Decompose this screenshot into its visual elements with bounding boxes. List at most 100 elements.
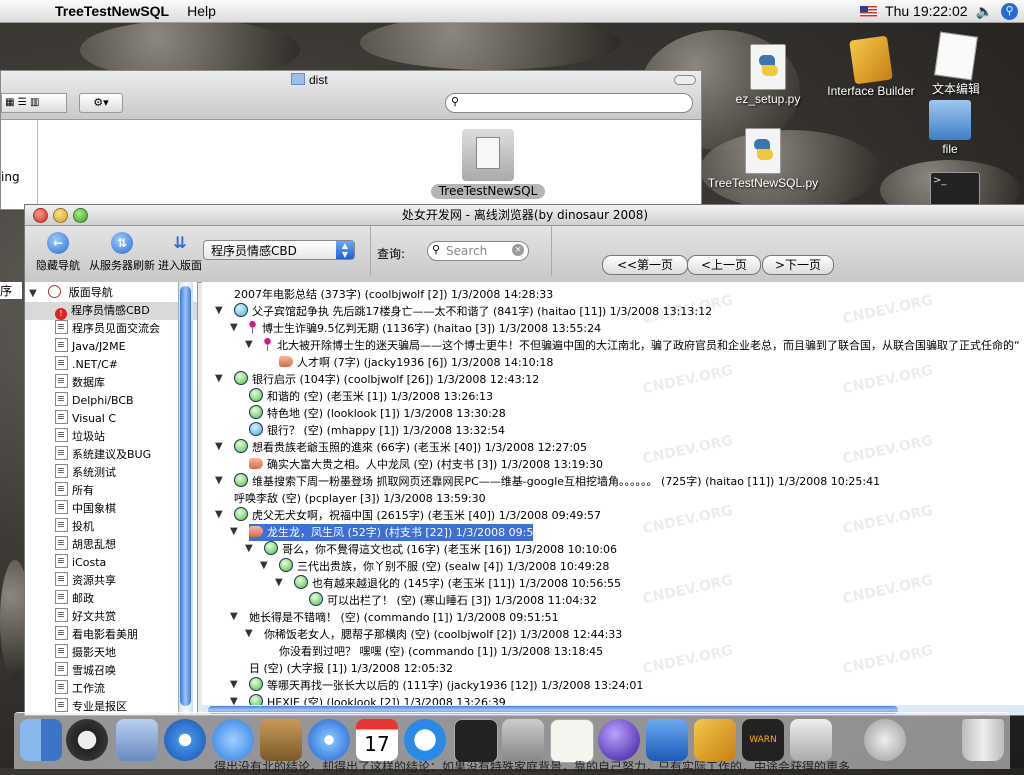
disclosure-triangle-icon[interactable]: ▼ xyxy=(215,441,223,452)
finder-file-item[interactable]: TreeTestNewSQL xyxy=(428,129,548,199)
disclosure-triangle-icon[interactable]: ▼ xyxy=(275,577,283,588)
zoom-button[interactable] xyxy=(73,208,88,223)
view-mode-buttons[interactable]: ▦ ☰ ▥ xyxy=(1,93,67,113)
console-dock-icon[interactable]: WARN xyxy=(742,719,784,761)
prev-page-button[interactable]: <上一页 xyxy=(687,255,761,275)
textedit-dock-icon[interactable] xyxy=(550,719,594,763)
sidebar-scrollbar[interactable] xyxy=(178,282,193,715)
sidebar-item[interactable]: 工作流 xyxy=(25,680,197,698)
sidebar-item[interactable]: 垃圾站 xyxy=(25,428,197,446)
finder-sidebar-item[interactable]: 序 xyxy=(0,282,22,299)
ical-dock-icon[interactable]: 17 xyxy=(356,719,398,761)
thread-row[interactable]: 她长得是不错嘀！ (空) (commando [1]) 1/3/2008 09:… xyxy=(249,609,559,626)
toolbar-toggle-button[interactable] xyxy=(674,75,696,85)
sidebar-item[interactable]: 系统建议及BUG xyxy=(25,446,197,464)
board-select[interactable]: 程序员情感CBD ▲ ▼ xyxy=(203,240,355,260)
thread-row[interactable]: 哥么，你不覺得這文也忒 (16字) (老玉米 [16]) 1/3/2008 10… xyxy=(264,541,617,558)
disclosure-triangle-icon[interactable]: ▼ xyxy=(230,322,238,333)
thread-row[interactable]: 你稀饭老女人，腮帮子那横肉 (空) (coolbjwolf [2]) 1/3/2… xyxy=(264,626,622,643)
disclosure-triangle-icon[interactable]: ▼ xyxy=(230,526,238,537)
sidebar-item[interactable]: 看电影看美朋 xyxy=(25,626,197,644)
thread-row[interactable]: 可以出栏了！ (空) (寒山睡石 [3]) 1/3/2008 11:04:32 xyxy=(309,592,597,609)
disclosure-triangle-icon[interactable]: ▼ xyxy=(260,560,268,571)
sidebar-item[interactable]: 所有 xyxy=(25,482,197,500)
sidebar-item[interactable]: 资源共享 xyxy=(25,572,197,590)
clear-search-icon[interactable]: × xyxy=(512,244,524,256)
trash-dock-icon[interactable] xyxy=(962,719,1004,761)
thread-row[interactable]: 人才啊 (7字) (jacky1936 [6]) 1/3/2008 14:10:… xyxy=(279,354,553,371)
disclosure-triangle-icon[interactable]: ▼ xyxy=(245,543,253,554)
disclosure-triangle-icon[interactable]: ▼ xyxy=(230,679,238,690)
spotlight-icon[interactable]: ⚲ xyxy=(1001,2,1018,20)
thread-row[interactable]: 你没看到过吧？ 嘿嘿 (空) (commando [1]) 1/3/2008 1… xyxy=(279,643,603,660)
thread-row[interactable]: 呼唤李敌 (空) (pcplayer [3]) 1/3/2008 13:59:3… xyxy=(234,490,486,507)
thread-row[interactable]: 龙生龙，凤生凤 (52字) (村支书 [22]) 1/3/2008 09:5 xyxy=(249,524,534,541)
first-page-button[interactable]: <<第一页 xyxy=(602,255,688,275)
input-flag-icon[interactable] xyxy=(860,5,878,17)
thread-row[interactable]: 日 (空) (大字报 [1]) 1/3/2008 12:05:32 xyxy=(249,660,453,677)
next-page-button[interactable]: >下一页 xyxy=(762,255,834,275)
finder-sidebar-item[interactable]: ing xyxy=(1,170,20,184)
thread-row[interactable]: 等哪天再找一张长大以后的 (111字) (jacky1936 [12]) 1/3… xyxy=(249,677,643,694)
thread-row[interactable]: 维基搜索下周一粉墨登场 抓取网页还靠网民PC——维基-google互相挖墙角。。… xyxy=(234,473,880,490)
menu-app-name[interactable]: TreeTestNewSQL xyxy=(46,3,178,19)
sidebar-item[interactable]: 摄影天地 xyxy=(25,644,197,662)
sidebar-item[interactable]: 邮政 xyxy=(25,590,197,608)
disclosure-triangle-icon[interactable]: ▼ xyxy=(245,628,253,639)
enter-board-button[interactable]: ⇊ 进入版面 xyxy=(157,232,203,273)
thread-row[interactable]: 三代出贵族，你丫别不服 (空) (sealw [4]) 1/3/2008 10:… xyxy=(279,558,609,575)
scrollbar-thumb[interactable] xyxy=(180,286,191,706)
mail-dock-icon[interactable] xyxy=(116,719,158,761)
thread-row[interactable]: 2007年电影总结 (373字) (coolbjwolf [2]) 1/3/20… xyxy=(234,286,553,303)
thread-row[interactable]: 想看贵族老爺玉照的進來 (66字) (老玉米 [40]) 1/3/2008 12… xyxy=(234,439,587,456)
safari-dock-icon[interactable] xyxy=(164,719,206,761)
sidebar-item[interactable]: .NET/C# xyxy=(25,356,197,374)
disclosure-triangle-icon[interactable]: ▼ xyxy=(245,339,253,350)
thread-row[interactable]: 特色地 (空) (looklook [1]) 1/3/2008 13:30:28 xyxy=(249,405,506,422)
treetest-dock-icon[interactable] xyxy=(790,719,832,761)
volume-icon[interactable]: 🔈 xyxy=(976,3,993,20)
disclosure-triangle-icon[interactable]: ▼ xyxy=(230,611,238,622)
thread-row[interactable]: 父子宾馆起争执 先后跳17楼身亡——太不和谐了 (841字) (haitao [… xyxy=(234,303,712,320)
sidebar-item[interactable]: ! 程序员情感CBD xyxy=(25,302,197,320)
thread-row[interactable]: 博士生诈骗9.5亿判无期 (1136字) (haitao [3]) 1/3/20… xyxy=(249,320,601,337)
quicktime-dock-icon[interactable] xyxy=(404,719,446,761)
sidebar-item[interactable]: 系统测试 xyxy=(25,464,197,482)
disclosure-triangle-icon[interactable]: ▼ xyxy=(29,288,37,299)
minimize-button[interactable] xyxy=(53,208,68,223)
sidebar-item[interactable]: iCosta xyxy=(25,554,197,572)
search-input[interactable]: ⚲ Search × xyxy=(427,241,529,261)
desktop-icon-textedit[interactable]: 文本编辑 xyxy=(926,31,986,97)
desktop-icon-treetest-py[interactable]: TreeTestNewSQL.py xyxy=(700,128,826,190)
desktop-icon-interface-builder[interactable]: Interface Builder xyxy=(818,35,924,98)
dashboard-dock-icon[interactable] xyxy=(66,719,108,761)
interface-builder-dock-icon[interactable] xyxy=(694,719,736,761)
refresh-button[interactable]: ⇅ 从服务器刷新 xyxy=(87,232,157,273)
disclosure-triangle-icon[interactable]: ▼ xyxy=(215,373,223,384)
sidebar-item[interactable]: 雪城召唤 xyxy=(25,662,197,680)
thread-row[interactable]: 虎父无犬女啊，祝福中国 (2615字) (老玉米 [40]) 1/3/2008 … xyxy=(234,507,601,524)
terminal-dock-icon[interactable] xyxy=(454,719,498,763)
sidebar-root[interactable]: ▼ 版面导航 xyxy=(25,284,197,302)
ichat-dock-icon[interactable] xyxy=(212,719,254,761)
menu-clock[interactable]: Thu 19:22:02 xyxy=(885,3,968,19)
thread-row[interactable]: 也有越来越退化的 (145字) (老玉米 [11]) 1/3/2008 10:5… xyxy=(294,575,621,592)
network-dock-icon[interactable] xyxy=(864,719,906,761)
action-gear-button[interactable]: ⚙▾ xyxy=(79,93,123,113)
itunes-dock-icon[interactable] xyxy=(308,719,350,761)
sidebar-item[interactable]: 数据库 xyxy=(25,374,197,392)
desktop-icon-ez-setup[interactable]: ez_setup.py xyxy=(730,44,806,106)
finder-search-input[interactable]: ⚲ xyxy=(445,93,693,113)
sidebar-item[interactable]: 程序员见面交流会 xyxy=(25,320,197,338)
sidebar-item[interactable]: Delphi/BCB xyxy=(25,392,197,410)
thread-row[interactable]: 银行？ (空) (mhappy [1]) 1/3/2008 13:32:54 xyxy=(249,422,505,439)
thread-row[interactable]: 银行启示 (104字) (coolbjwolf [26]) 1/3/2008 1… xyxy=(234,371,539,388)
system-prefs-dock-icon[interactable] xyxy=(502,719,544,761)
menu-help[interactable]: Help xyxy=(178,3,225,19)
disclosure-triangle-icon[interactable]: ▼ xyxy=(215,305,223,316)
sidebar-item[interactable]: 胡思乱想 xyxy=(25,536,197,554)
close-button[interactable] xyxy=(33,208,48,223)
address-book-dock-icon[interactable] xyxy=(260,719,302,761)
sidebar-item[interactable]: 中国象棋 xyxy=(25,500,197,518)
disclosure-triangle-icon[interactable]: ▼ xyxy=(215,509,223,520)
